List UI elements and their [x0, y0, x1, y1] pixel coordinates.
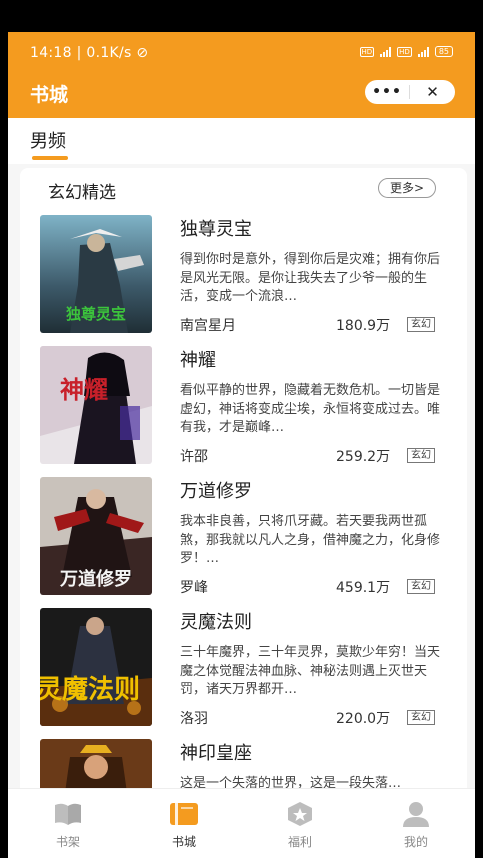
- book-title: 灵魔法则: [180, 612, 252, 633]
- signal-icon: [380, 46, 392, 57]
- section-card: 玄幻精选 更多> 独尊灵宝 独尊灵宝 得到你时是意外，得到你后是灾难；拥有你后是…: [20, 168, 467, 808]
- book-cover[interactable]: 灵魔法则: [40, 608, 152, 726]
- nav-label: 福利: [287, 835, 312, 849]
- book-cover[interactable]: 独尊灵宝: [40, 215, 152, 333]
- close-icon[interactable]: ✕: [410, 83, 455, 101]
- cover-title-art: 神耀: [60, 376, 108, 404]
- book-word-count: 259.2万: [336, 449, 391, 465]
- top-bar: 14:18 | 0.1K/s ⊘ HD HD 85 书城 ••• ✕: [8, 32, 475, 118]
- status-icons: HD HD 85: [359, 46, 453, 57]
- nav-item-bookshelf[interactable]: 书架: [28, 789, 108, 850]
- nav-label: 书城: [171, 835, 196, 849]
- cover-title-art: 万道修罗: [59, 568, 132, 590]
- nav-item-mine[interactable]: 我的: [376, 789, 456, 850]
- book-item[interactable]: 灵魔法则 灵魔法则 三十年魔界，三十年灵界，莫欺少年穷！当天魔之体觉醒法神血脉、…: [40, 608, 460, 728]
- book-author: 洛羽: [180, 711, 208, 727]
- nav-item-bookstore[interactable]: 书城: [144, 789, 224, 850]
- book-cover[interactable]: 神耀: [40, 346, 152, 464]
- book-title: 万道修罗: [180, 481, 252, 502]
- cover-title-art: 独尊灵宝: [66, 305, 126, 323]
- book-title: 独尊灵宝: [180, 219, 252, 240]
- book-description: 得到你时是意外，得到你后是灾难；拥有你后是风光无限。是你让我失去了少爷一般的生活…: [180, 252, 441, 304]
- book-word-count: 220.0万: [336, 711, 391, 727]
- book-item[interactable]: 万道修罗 万道修罗 我本非良善，只将爪牙藏。若天要我两世孤煞，那我就以凡人之身，…: [40, 477, 460, 597]
- mini-program-capsule: ••• ✕: [365, 80, 455, 104]
- book-word-count: 459.1万: [336, 580, 391, 596]
- book-title: 神耀: [180, 350, 216, 371]
- status-time: 14:18 | 0.1K/s ⊘: [30, 45, 149, 61]
- book-item[interactable]: 神耀 神耀 看似平静的世界，隐藏着无数危机。一切皆是虚幻，神话将变成尘埃，永恒将…: [40, 346, 460, 466]
- book-genre-tag: 玄幻: [407, 579, 435, 594]
- category-tabs: 男频: [8, 118, 475, 164]
- book-author: 许邵: [180, 449, 208, 465]
- more-button[interactable]: 更多>: [378, 178, 436, 198]
- book-author: 南宫星月: [180, 318, 236, 334]
- hd-icon-2: HD: [397, 46, 412, 57]
- book-genre-tag: 玄幻: [407, 317, 435, 332]
- nav-item-welfare[interactable]: 福利: [260, 789, 340, 850]
- book-title: 神印皇座: [180, 743, 252, 764]
- bookstore-icon: [169, 801, 199, 827]
- user-icon: [401, 801, 431, 827]
- star-badge-icon: [285, 801, 315, 827]
- book-item[interactable]: 独尊灵宝 独尊灵宝 得到你时是意外，得到你后是灾难；拥有你后是风光无限。是你让我…: [40, 215, 460, 335]
- book-description: 三十年魔界，三十年灵界，莫欺少年穷！当天魔之体觉醒法神血脉、神秘法则遇上灭世天罚…: [180, 645, 441, 697]
- book-genre-tag: 玄幻: [407, 448, 435, 463]
- battery-icon: 85: [434, 46, 453, 57]
- book-cover[interactable]: 万道修罗: [40, 477, 152, 595]
- nav-label: 我的: [403, 835, 428, 849]
- tab-male[interactable]: 男频: [30, 127, 66, 153]
- tab-indicator: [32, 156, 68, 160]
- app-screen: 14:18 | 0.1K/s ⊘ HD HD 85 书城 ••• ✕ 男频 玄幻…: [8, 32, 475, 858]
- book-author: 罗峰: [180, 580, 208, 596]
- status-bar: 14:18 | 0.1K/s ⊘ HD HD 85: [8, 32, 475, 76]
- page-title: 书城: [30, 84, 69, 106]
- book-word-count: 180.9万: [336, 318, 391, 334]
- book-description: 我本非良善，只将爪牙藏。若天要我两世孤煞，那我就以凡人之身，借神魔之力，化身修罗…: [180, 514, 441, 566]
- book-genre-tag: 玄幻: [407, 710, 435, 725]
- bottom-nav: 书架 书城 福利 我的: [8, 788, 475, 858]
- more-icon[interactable]: •••: [365, 84, 409, 100]
- nav-label: 书架: [55, 835, 80, 849]
- signal-icon-2: [417, 46, 429, 57]
- book-open-icon: [53, 801, 83, 827]
- cover-title-art: 灵魔法则: [40, 675, 140, 705]
- nfc-icon: ⊘: [136, 45, 149, 61]
- book-description: 看似平静的世界，隐藏着无数危机。一切皆是虚幻，神话将变成尘埃，永恒将变成过去。唯…: [180, 383, 441, 435]
- hd-icon: HD: [359, 46, 375, 57]
- section-title: 玄幻精选: [48, 183, 116, 203]
